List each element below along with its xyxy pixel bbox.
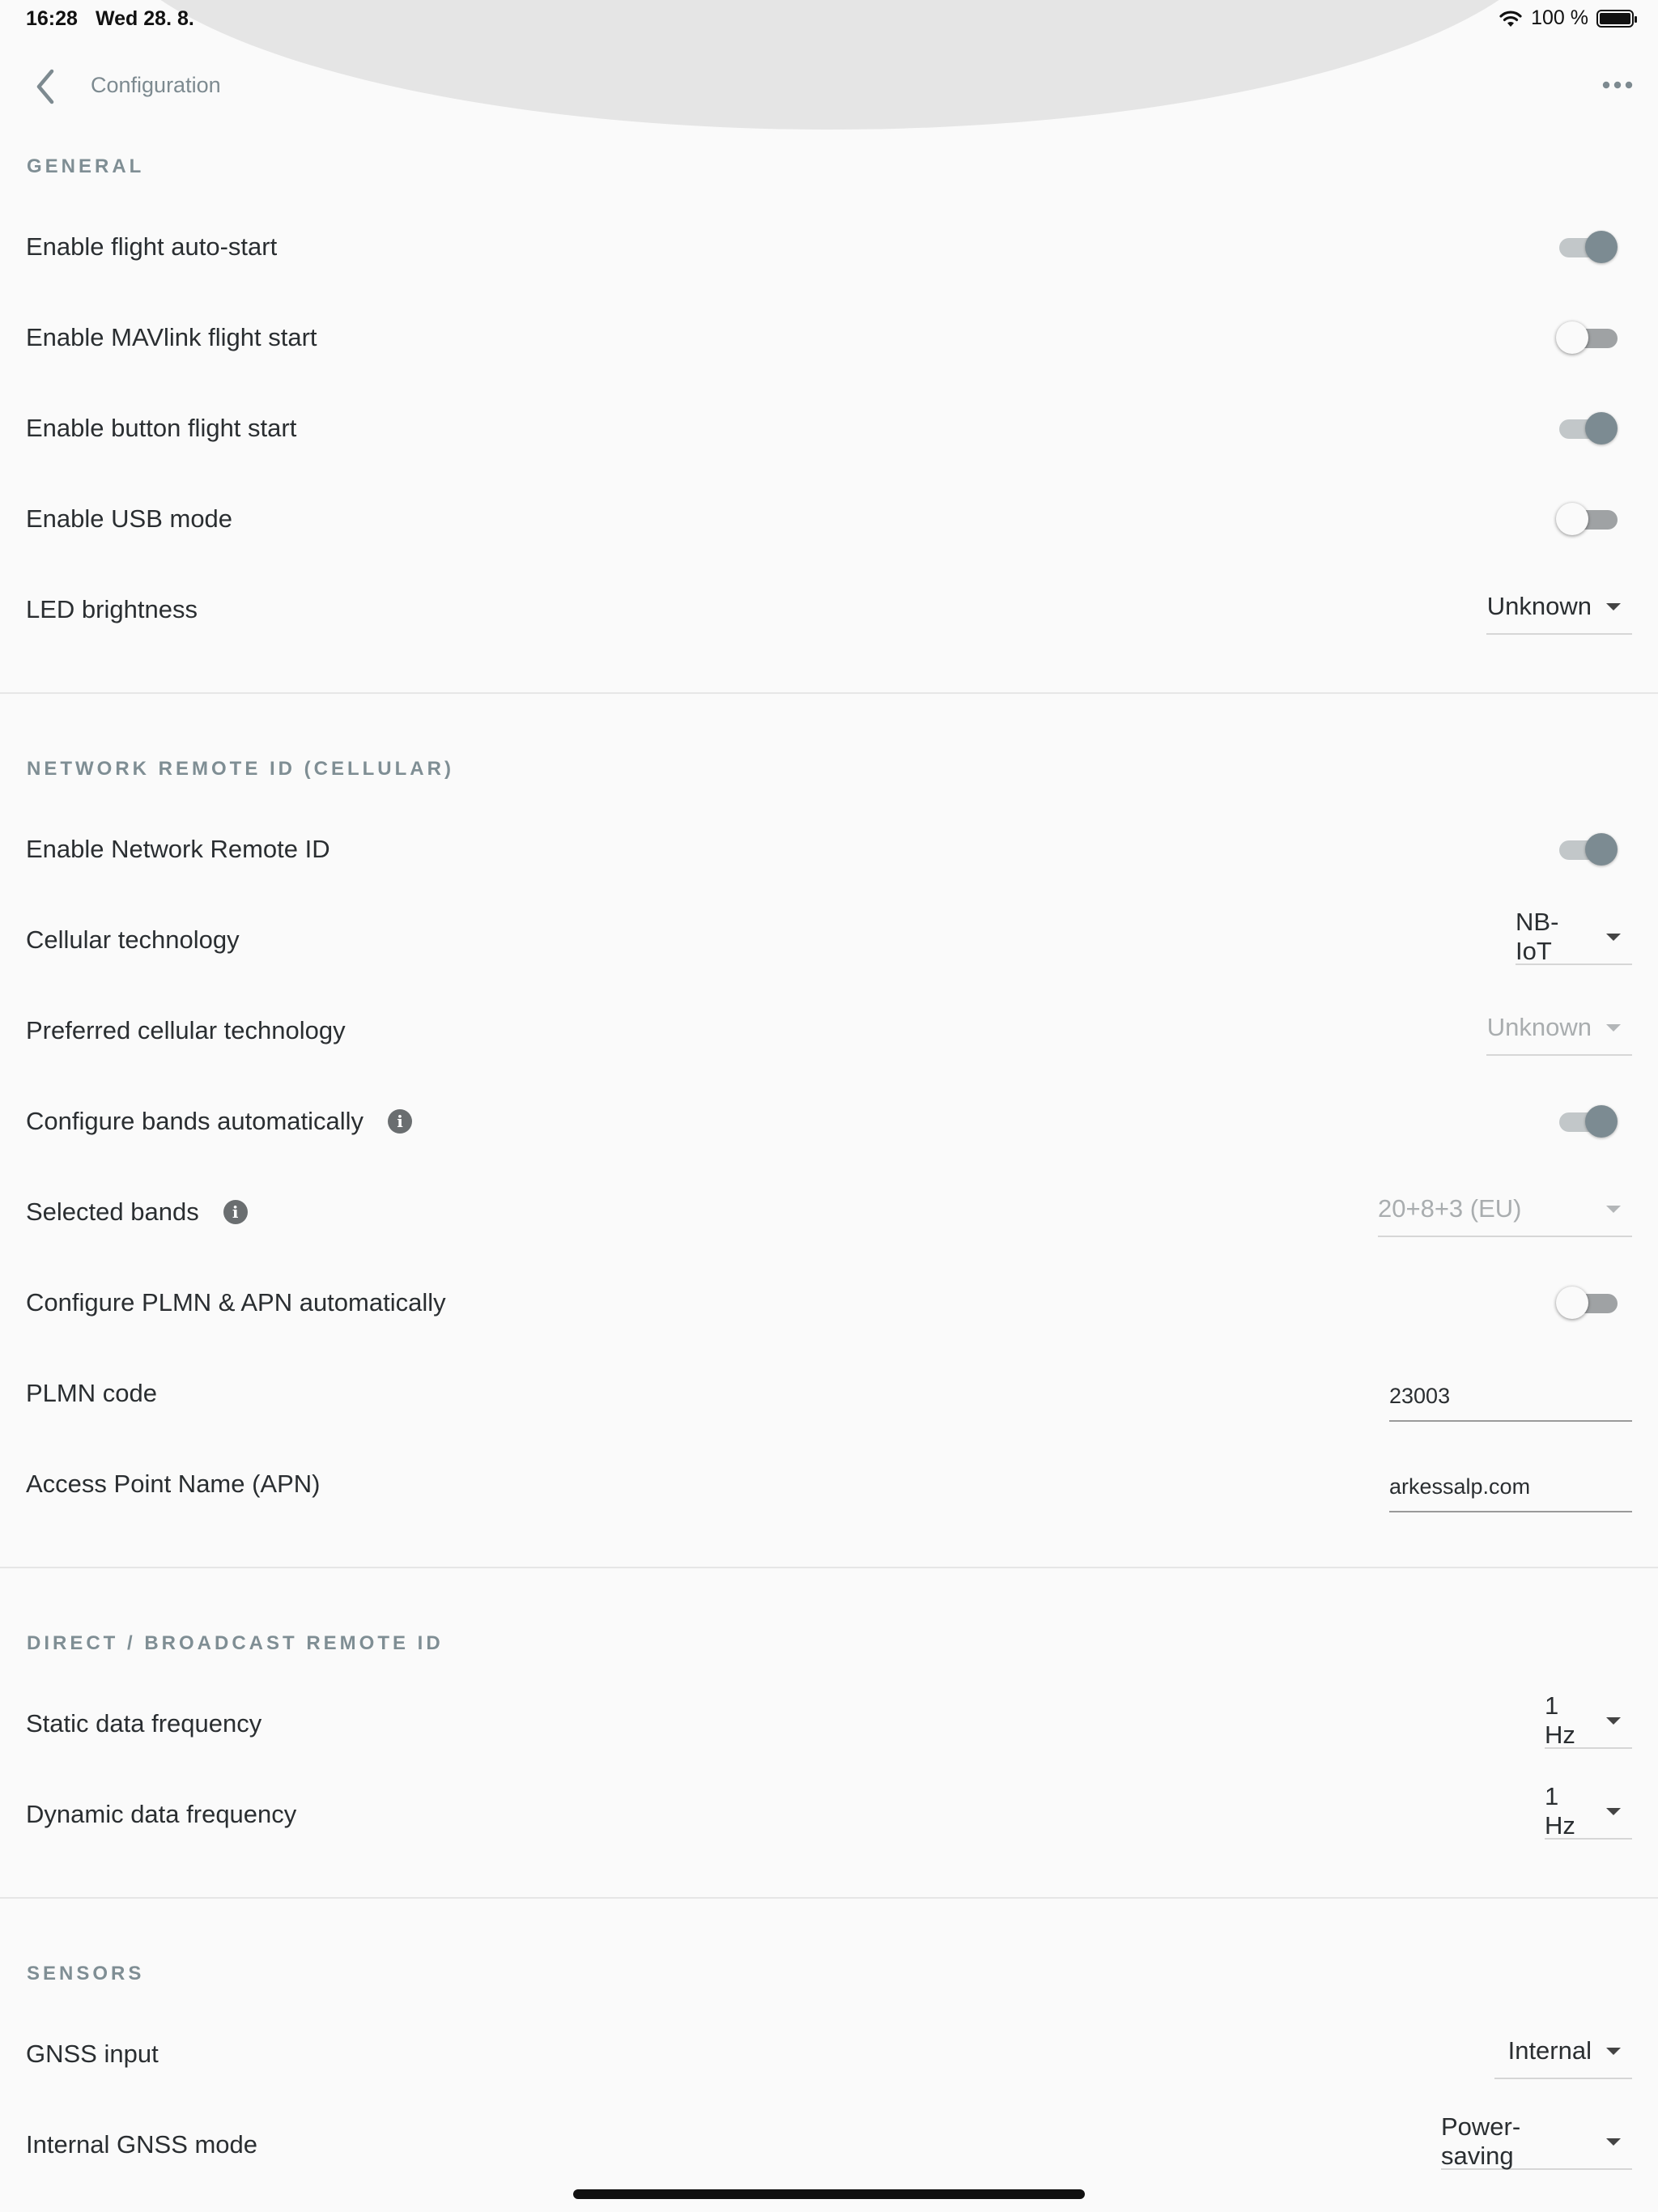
setting-row-configure-plmn-apn: Configure PLMN & APN automatically [0, 1257, 1658, 1348]
select-value: Power-saving [1441, 2112, 1521, 2170]
select-value: 20+8+3 (EU) [1378, 1194, 1522, 1223]
dropdown-arrow-icon [1606, 933, 1621, 941]
wifi-icon [1499, 10, 1522, 27]
section-divider [0, 1567, 1658, 1568]
status-time: 16:28 [26, 7, 78, 30]
section-title-broadcast-remote-id: DIRECT / BROADCAST REMOTE ID [27, 1632, 444, 1654]
status-bar: 16:28 Wed 28. 8. 100 % [0, 0, 1658, 37]
dropdown-arrow-icon [1606, 602, 1621, 610]
info-icon[interactable]: i [223, 1200, 248, 1224]
gnss-input-select[interactable]: Internal [1494, 2029, 1632, 2079]
select-value: 1 Hz [1545, 1691, 1575, 1749]
setting-row-led-brightness: LED brightness Unknown [0, 564, 1658, 655]
configure-bands-toggle[interactable] [1556, 1104, 1618, 1139]
selected-bands-select[interactable]: 20+8+3 (EU) [1378, 1187, 1632, 1237]
apn-input[interactable] [1389, 1456, 1632, 1512]
setting-row-preferred-cellular-technology: Preferred cellular technology Unknown [0, 985, 1658, 1076]
select-value: Unknown [1486, 592, 1592, 620]
setting-label: Cellular technology [26, 925, 240, 954]
configure-bands-label: Configure bands automatically [26, 1107, 364, 1135]
info-icon[interactable]: i [388, 1109, 413, 1134]
setting-row-cellular-technology: Cellular technology NB-IoT [0, 895, 1658, 985]
selected-bands-label: Selected bands [26, 1197, 199, 1226]
dropdown-arrow-icon [1606, 1716, 1621, 1725]
more-options-icon[interactable] [1601, 73, 1634, 97]
flight-auto-start-toggle[interactable] [1556, 229, 1618, 265]
dynamic-data-frequency-select[interactable]: 1 Hz [1545, 1782, 1632, 1840]
home-indicator[interactable] [573, 2189, 1085, 2199]
back-chevron-icon[interactable] [29, 66, 62, 107]
configure-plmn-apn-toggle[interactable] [1556, 1285, 1618, 1321]
status-date: Wed 28. 8. [96, 7, 194, 30]
mavlink-flight-start-toggle[interactable] [1556, 320, 1618, 355]
section-title-sensors: SENSORS [27, 1963, 145, 1984]
setting-row-configure-bands: Configure bands automatically i [0, 1076, 1658, 1167]
usb-mode-toggle[interactable] [1556, 501, 1618, 537]
led-brightness-select[interactable]: Unknown [1486, 585, 1632, 635]
select-value: Internal [1507, 2036, 1592, 2065]
setting-label: Internal GNSS mode [26, 2130, 258, 2159]
cellular-technology-select[interactable]: NB-IoT [1516, 908, 1632, 965]
setting-label: Preferred cellular technology [26, 1016, 346, 1044]
battery-icon [1596, 9, 1637, 28]
setting-label: Enable MAVlink flight start [26, 323, 317, 351]
select-value: NB-IoT [1516, 908, 1559, 965]
setting-label: Dynamic data frequency [26, 1800, 297, 1828]
section-title-general: GENERAL [27, 155, 145, 177]
static-data-frequency-select[interactable]: 1 Hz [1545, 1691, 1632, 1749]
setting-label: Static data frequency [26, 1709, 262, 1738]
page-title: Configuration [91, 73, 221, 97]
setting-label: GNSS input [26, 2040, 159, 2068]
section-divider [0, 1897, 1658, 1899]
button-flight-start-toggle[interactable] [1556, 410, 1618, 446]
dropdown-arrow-icon [1606, 1023, 1621, 1032]
setting-row-button-flight-start: Enable button flight start [0, 383, 1658, 474]
setting-row-network-remote-id: Enable Network Remote ID [0, 804, 1658, 895]
setting-label: Enable button flight start [26, 414, 297, 442]
setting-row-flight-auto-start: Enable flight auto-start [0, 202, 1658, 292]
network-remote-id-toggle[interactable] [1556, 832, 1618, 867]
setting-label: Configure bands automatically i [26, 1107, 413, 1136]
preferred-cellular-technology-select[interactable]: Unknown [1486, 1006, 1632, 1056]
setting-label: Access Point Name (APN) [26, 1470, 321, 1498]
setting-label: Enable Network Remote ID [26, 835, 330, 863]
setting-label: PLMN code [26, 1379, 157, 1407]
navigation-bar: Configuration [0, 49, 1658, 121]
setting-row-static-data-frequency: Static data frequency 1 Hz [0, 1678, 1658, 1769]
setting-row-dynamic-data-frequency: Dynamic data frequency 1 Hz [0, 1769, 1658, 1860]
setting-label: LED brightness [26, 595, 198, 623]
section-divider [0, 692, 1658, 694]
setting-row-selected-bands: Selected bands i 20+8+3 (EU) [0, 1167, 1658, 1257]
dropdown-arrow-icon [1606, 2138, 1621, 2146]
setting-label: Configure PLMN & APN automatically [26, 1288, 446, 1317]
section-title-network-remote-id: NETWORK REMOTE ID (CELLULAR) [27, 758, 454, 780]
dropdown-arrow-icon [1606, 2047, 1621, 2055]
setting-row-plmn-code: PLMN code [0, 1348, 1658, 1439]
internal-gnss-mode-select[interactable]: Power-saving [1441, 2112, 1632, 2170]
setting-label: Enable USB mode [26, 504, 233, 533]
setting-label: Selected bands i [26, 1197, 248, 1227]
configuration-screen: 16:28 Wed 28. 8. 100 % Configuration GEN… [0, 0, 1658, 2212]
dropdown-arrow-icon [1606, 1205, 1621, 1213]
plmn-code-input[interactable] [1389, 1365, 1632, 1422]
dropdown-arrow-icon [1606, 1807, 1621, 1815]
status-indicators: 100 % [1499, 6, 1637, 30]
setting-row-apn: Access Point Name (APN) [0, 1439, 1658, 1529]
setting-label: Enable flight auto-start [26, 232, 278, 261]
select-value: 1 Hz [1545, 1782, 1575, 1840]
setting-row-usb-mode: Enable USB mode [0, 474, 1658, 564]
setting-row-gnss-input: GNSS input Internal [0, 2009, 1658, 2099]
battery-percentage: 100 % [1531, 6, 1588, 29]
setting-row-mavlink-flight-start: Enable MAVlink flight start [0, 292, 1658, 383]
select-value: Unknown [1486, 1013, 1592, 1041]
setting-row-internal-gnss-mode: Internal GNSS mode Power-saving [0, 2099, 1658, 2190]
